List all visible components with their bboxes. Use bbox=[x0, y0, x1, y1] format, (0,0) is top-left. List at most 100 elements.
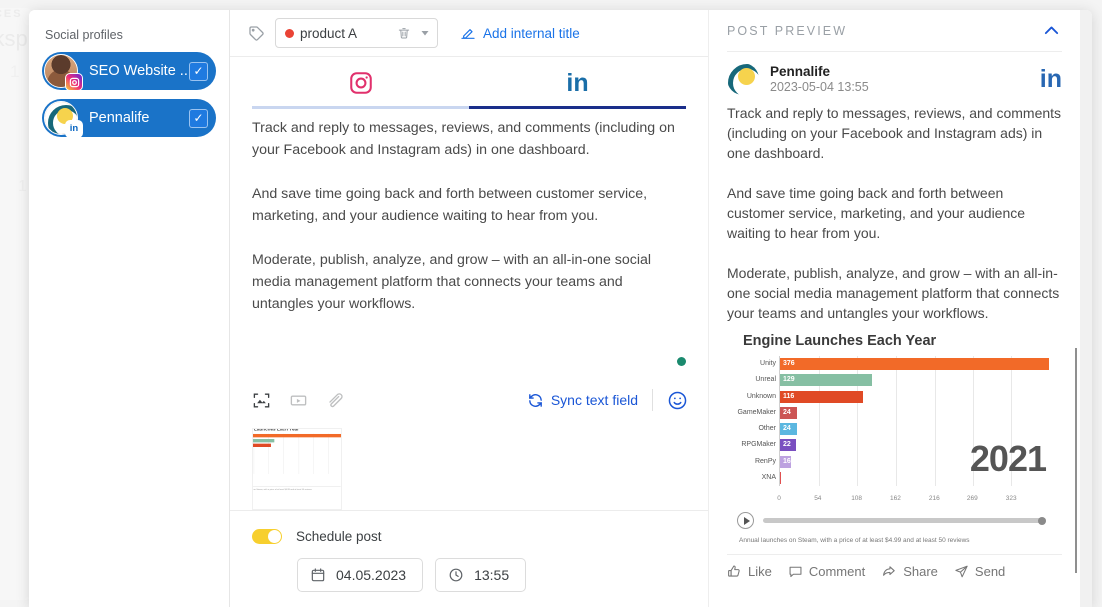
sync-icon bbox=[528, 393, 542, 407]
tag-icon bbox=[248, 25, 265, 42]
chart-category-label: Unreal bbox=[755, 376, 776, 384]
linkedin-icon: in bbox=[566, 68, 589, 97]
chart-category-label: Unknown bbox=[746, 392, 776, 400]
thumbnail-chart-preview: Engine Launches Each Year 20 Annual laun… bbox=[253, 428, 341, 497]
add-internal-title-button[interactable]: Add internal title bbox=[460, 25, 580, 41]
post-preview-pane: POST PREVIEW Pennalife 2023-05-04 13:55 … bbox=[709, 10, 1092, 607]
post-preview-header: POST PREVIEW bbox=[727, 10, 1062, 52]
preview-post-text: Track and reply to messages, reviews, an… bbox=[727, 105, 1062, 322]
thumbnail-chart-plot bbox=[253, 433, 341, 474]
background-number-secondary: 1 bbox=[18, 178, 27, 195]
calendar-icon bbox=[311, 568, 325, 582]
post-composer-modal: Social profiles SEO Website ... ✓ in Pen… bbox=[29, 10, 1092, 607]
chart-x-tick-label: 54 bbox=[814, 495, 822, 503]
add-image-icon[interactable] bbox=[252, 391, 271, 410]
network-tabs: in bbox=[230, 57, 708, 109]
chart-bar-row: 129 Unreal bbox=[755, 374, 1050, 387]
emoji-picker-icon[interactable] bbox=[667, 390, 688, 411]
preview-chart[interactable]: Engine Launches Each Year 376 Unity 129 Unr… bbox=[727, 333, 1062, 544]
tag-toolbar: product A Add internal title bbox=[230, 10, 708, 57]
chart-bar-value: 129 bbox=[783, 376, 795, 384]
share-label: Share bbox=[903, 564, 938, 580]
profile-name: Pennalife bbox=[89, 110, 150, 126]
chart-category-label: Unity bbox=[760, 360, 776, 368]
schedule-post-toggle[interactable] bbox=[252, 529, 282, 544]
profile-chip-seo-website[interactable]: SEO Website ... ✓ bbox=[42, 52, 216, 91]
tab-instagram[interactable] bbox=[252, 57, 469, 109]
chart-timeline-slider[interactable] bbox=[763, 516, 1046, 525]
chart-bar-value: 16 bbox=[783, 457, 791, 465]
post-preview-card: POST PREVIEW Pennalife 2023-05-04 13:55 … bbox=[709, 10, 1080, 607]
chart-bar-value: 116 bbox=[783, 392, 795, 400]
play-icon[interactable] bbox=[737, 512, 754, 530]
social-profiles-pane: Social profiles SEO Website ... ✓ in Pen… bbox=[29, 10, 230, 607]
composer-right-tools: Sync text field bbox=[527, 389, 688, 411]
thumbnail-chart-title: Engine Launches Each Year bbox=[253, 428, 299, 432]
tab-linkedin[interactable]: in bbox=[469, 57, 686, 109]
chart-bar-value: 22 bbox=[783, 441, 791, 449]
tag-chip[interactable]: product A bbox=[275, 18, 438, 48]
share-button[interactable]: Share bbox=[881, 564, 938, 579]
preview-author-name: Pennalife bbox=[770, 64, 831, 79]
social-profiles-title: Social profiles bbox=[45, 28, 123, 42]
chart-caption: Annual launches on Steam, with a price o… bbox=[739, 537, 970, 545]
character-count-indicator bbox=[677, 357, 686, 366]
background-panel bbox=[0, 8, 32, 600]
chevron-down-icon[interactable] bbox=[419, 27, 431, 39]
profile-selected-checkbox[interactable]: ✓ bbox=[189, 108, 208, 128]
send-label: Send bbox=[974, 564, 1006, 580]
chart-x-tick-label: 269 bbox=[966, 495, 978, 503]
like-label: Like bbox=[748, 564, 772, 580]
preview-author-meta: Pennalife 2023-05-04 13:55 bbox=[770, 64, 1040, 94]
share-icon bbox=[883, 566, 895, 576]
sync-text-field-button[interactable]: Sync text field bbox=[527, 392, 638, 409]
avatar bbox=[727, 63, 759, 95]
avatar-wrapper bbox=[44, 54, 83, 91]
thumbnail-chart-caption: Annual launches on Steam, with a price o… bbox=[253, 488, 312, 491]
like-button[interactable]: Like bbox=[727, 564, 772, 579]
chart-x-tick-label: 323 bbox=[1005, 495, 1017, 503]
composer-pane: product A Add internal title in Track an… bbox=[230, 10, 709, 607]
add-internal-title-label: Add internal title bbox=[483, 25, 580, 41]
profile-selected-checkbox[interactable]: ✓ bbox=[189, 61, 208, 81]
add-attachment-icon[interactable] bbox=[326, 391, 345, 410]
profile-chip-pennalife[interactable]: in Pennalife ✓ bbox=[42, 99, 216, 138]
chart-bar: 129 Unreal bbox=[755, 374, 873, 387]
preview-gutter bbox=[1080, 10, 1092, 607]
schedule-section: Schedule post 04.05.2023 13:55 bbox=[230, 510, 708, 607]
chart-category-label: Other bbox=[758, 425, 776, 433]
edit-icon bbox=[461, 29, 475, 39]
post-text-editor[interactable]: Track and reply to messages, reviews, an… bbox=[230, 109, 708, 378]
chart-bar-row: 24 Other bbox=[758, 423, 1050, 436]
instagram-icon bbox=[349, 72, 372, 94]
thumbnail-chart-value: 20 bbox=[253, 476, 341, 480]
thumbs-up-icon bbox=[728, 565, 740, 577]
chart-playback-controls bbox=[737, 512, 1062, 530]
chart-bar: 116 Unknown bbox=[747, 390, 864, 403]
attached-media-thumbnail[interactable]: Engine Launches Each Year 20 Annual laun… bbox=[252, 428, 342, 510]
comment-button[interactable]: Comment bbox=[788, 564, 865, 579]
chart-bar-row: 24 GameMaker bbox=[737, 406, 1050, 419]
chart-x-tick-label: 0 bbox=[777, 495, 781, 503]
preview-engagement-actions: Like Comment Share Send bbox=[727, 554, 1062, 579]
chevron-up-icon[interactable] bbox=[1041, 20, 1062, 41]
media-toolbar: Sync text field bbox=[230, 378, 708, 422]
post-preview-title: POST PREVIEW bbox=[727, 23, 848, 38]
chart-x-tick-label: 108 bbox=[851, 495, 863, 503]
chart-bar-value: 1 bbox=[783, 473, 787, 481]
delete-tag-icon[interactable] bbox=[397, 26, 411, 40]
clock-icon bbox=[449, 568, 463, 582]
chart-title: Engine Launches Each Year bbox=[743, 333, 937, 350]
profile-name: SEO Website ... bbox=[89, 63, 189, 79]
schedule-date-field[interactable]: 04.05.2023 bbox=[297, 558, 424, 592]
schedule-time-field[interactable]: 13:55 bbox=[435, 558, 527, 592]
preview-scrollbar[interactable] bbox=[1075, 348, 1077, 573]
send-button[interactable]: Send bbox=[954, 564, 1005, 579]
add-video-icon[interactable] bbox=[289, 391, 308, 410]
background-title: orksp bbox=[0, 26, 28, 51]
schedule-time-value: 13:55 bbox=[474, 567, 510, 583]
comment-label: Comment bbox=[808, 564, 866, 580]
chart-bar-row: 116 Unknown bbox=[747, 390, 1050, 403]
preview-author-row: Pennalife 2023-05-04 13:55 in bbox=[727, 52, 1062, 103]
chart-bar: 376 Unity bbox=[760, 358, 1050, 371]
